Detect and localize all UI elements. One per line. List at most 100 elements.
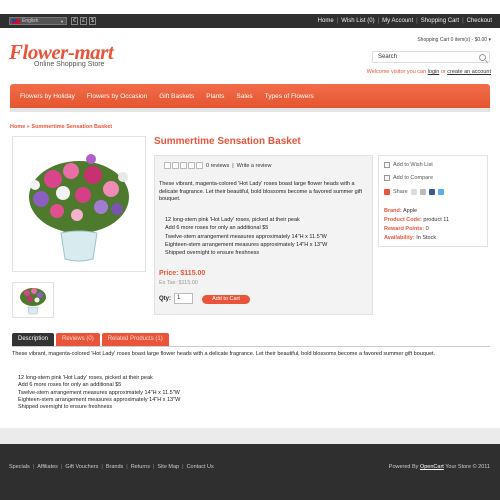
- tab-reviews[interactable]: Reviews (0): [56, 333, 100, 346]
- star-icon: [196, 162, 203, 169]
- print-icon[interactable]: [419, 189, 426, 195]
- footer-link-affiliates[interactable]: Affiliates: [37, 464, 58, 470]
- star-icon: [172, 162, 179, 169]
- login-link[interactable]: login: [428, 69, 440, 75]
- rating-stars: [164, 162, 203, 169]
- compare-label: Add to Compare: [393, 175, 434, 181]
- currency-euro-button[interactable]: €: [71, 17, 78, 25]
- top-link-home[interactable]: Home: [318, 18, 334, 24]
- breadcrumb[interactable]: Home » Summertime Sensation Basket: [10, 124, 112, 130]
- star-icon: [188, 162, 195, 169]
- availability-label: Availability:: [384, 235, 415, 241]
- star-icon: [180, 162, 187, 169]
- currency-dollar-button[interactable]: $: [89, 17, 96, 25]
- wishlist-icon: [384, 162, 390, 168]
- nav-item-sales[interactable]: Sales: [236, 93, 252, 100]
- site-tagline: Online Shopping Store: [34, 61, 105, 68]
- top-link-checkout[interactable]: Checkout: [467, 18, 492, 24]
- feature-item: Twelve-stem arrangement measures approxi…: [18, 389, 180, 396]
- reviews-count-link[interactable]: 0 reviews: [206, 163, 229, 169]
- product-title: Summertime Sensation Basket: [154, 136, 301, 147]
- email-icon[interactable]: [410, 189, 417, 195]
- tab-divider: [12, 346, 490, 347]
- separator: |: [336, 18, 339, 24]
- quantity-label: Qty:: [159, 296, 171, 302]
- currency-pound-button[interactable]: £: [80, 17, 87, 25]
- share-label: Share: [393, 189, 408, 195]
- search-icon[interactable]: [479, 54, 486, 61]
- flower-bouquet-image: [29, 154, 129, 262]
- share-bar[interactable]: Share: [384, 189, 444, 195]
- product-price: Price: $115.00: [159, 270, 206, 277]
- separator: |: [32, 464, 35, 470]
- tab-description-text: These vibrant, magenta-colored 'Hot Lady…: [12, 351, 436, 357]
- feature-item: Add 6 more roses for only an additional …: [18, 382, 122, 389]
- nav-shadow: [10, 108, 490, 112]
- nav-item-holiday[interactable]: Flowers by Holiday: [20, 93, 75, 100]
- feature-item: Shipped overnight to ensure freshness: [18, 404, 113, 411]
- search-input[interactable]: Search: [372, 51, 490, 63]
- product-ex-tax: Ex Tax: $115.00: [159, 280, 198, 286]
- tab-description[interactable]: Description: [12, 333, 55, 346]
- footer-link-contact[interactable]: Contact Us: [187, 464, 214, 470]
- points-row: Reward Points: 0: [384, 226, 429, 232]
- nav-item-gift-baskets[interactable]: Gift Baskets: [159, 93, 194, 100]
- product-image[interactable]: [12, 136, 146, 272]
- tab-features: 12 long-stem pink 'Hot Lady' roses, pick…: [18, 375, 180, 411]
- language-select[interactable]: English ▼: [9, 17, 67, 25]
- tab-related-products[interactable]: Related Products (1): [101, 333, 169, 346]
- code-label: Product Code:: [384, 217, 422, 223]
- separator: |: [126, 464, 128, 470]
- feature-item: Eighteen-stem arrangement measures appro…: [18, 396, 181, 403]
- star-icon: [164, 162, 171, 169]
- nav-item-types[interactable]: Types of Flowers: [265, 93, 314, 100]
- opencart-link[interactable]: OpenCart: [420, 464, 444, 470]
- chevron-down-icon: ▼: [60, 18, 64, 24]
- cart-summary-text: Shopping Cart 0 item(s) - $0.00: [417, 37, 488, 43]
- main-nav: Flowers by Holiday Flowers by Occasion G…: [10, 84, 490, 108]
- feature-item: Add 6 more roses for only an additional …: [165, 225, 269, 232]
- points-label: Reward Points:: [384, 226, 425, 232]
- nav-item-plants[interactable]: Plants: [206, 93, 224, 100]
- powered-by: Powered By OpenCart Your Store © 2011: [389, 464, 490, 470]
- feature-item: Shipped overnight to ensure freshness: [165, 250, 260, 257]
- wishlist-label: Add to Wish List: [393, 162, 433, 168]
- create-account-link[interactable]: create an account: [447, 69, 491, 75]
- chevron-down-icon: ▾: [488, 37, 491, 43]
- cart-summary[interactable]: Shopping Cart 0 item(s) - $0.00 ▾: [417, 37, 491, 43]
- brand-value[interactable]: Apple: [403, 208, 417, 214]
- brand-label: Brand:: [384, 208, 402, 214]
- availability-value: In Stock: [416, 235, 437, 241]
- footer: Specials | Affiliates | Gift Vouchers | Bra…: [0, 444, 500, 500]
- footer-link-returns[interactable]: Returns: [131, 464, 150, 470]
- product-description: These vibrant, magenta-colored 'Hot Lady…: [159, 181, 362, 202]
- add-to-wishlist-link[interactable]: Add to Wish List: [384, 162, 433, 168]
- code-value: product 11: [423, 217, 450, 223]
- code-row: Product Code: product 11: [384, 217, 449, 223]
- footer-link-gift-vouchers[interactable]: Gift Vouchers: [65, 464, 98, 470]
- top-bar: English ▼ € £ $ Home | Wish List (0) | My …: [0, 14, 500, 28]
- flower-thumbnail-image: [20, 288, 46, 315]
- twitter-icon[interactable]: [437, 189, 444, 195]
- powered-prefix: Powered By: [388, 464, 419, 470]
- add-to-cart-button[interactable]: Add to Cart: [202, 295, 250, 304]
- footer-link-site-map[interactable]: Site Map: [157, 464, 179, 470]
- footer-link-brands[interactable]: Brands: [106, 464, 123, 470]
- write-review-link[interactable]: Write a review: [237, 163, 272, 169]
- top-link-cart[interactable]: Shopping Cart: [421, 18, 459, 24]
- add-to-compare-link[interactable]: Add to Compare: [384, 175, 433, 181]
- search-placeholder: Search: [378, 54, 398, 60]
- nav-item-occasion[interactable]: Flowers by Occasion: [87, 93, 147, 100]
- powered-suffix: Your Store © 2011: [445, 464, 490, 470]
- separator: |: [60, 464, 63, 470]
- welcome-prefix: Welcome visitor you can: [366, 69, 427, 75]
- top-link-account[interactable]: My Account: [382, 18, 413, 24]
- facebook-icon[interactable]: [428, 189, 435, 195]
- product-actions: Add to Wish List Add to Compare Share Br…: [378, 155, 488, 247]
- footer-link-specials[interactable]: Specials: [9, 464, 30, 470]
- quantity-input[interactable]: 1: [174, 293, 193, 304]
- top-link-wishlist[interactable]: Wish List (0): [341, 18, 374, 24]
- product-thumbnail[interactable]: [12, 282, 54, 318]
- feature-item: Twelve-stem arrangement measures approxi…: [165, 233, 327, 240]
- welcome-or: or: [440, 69, 446, 75]
